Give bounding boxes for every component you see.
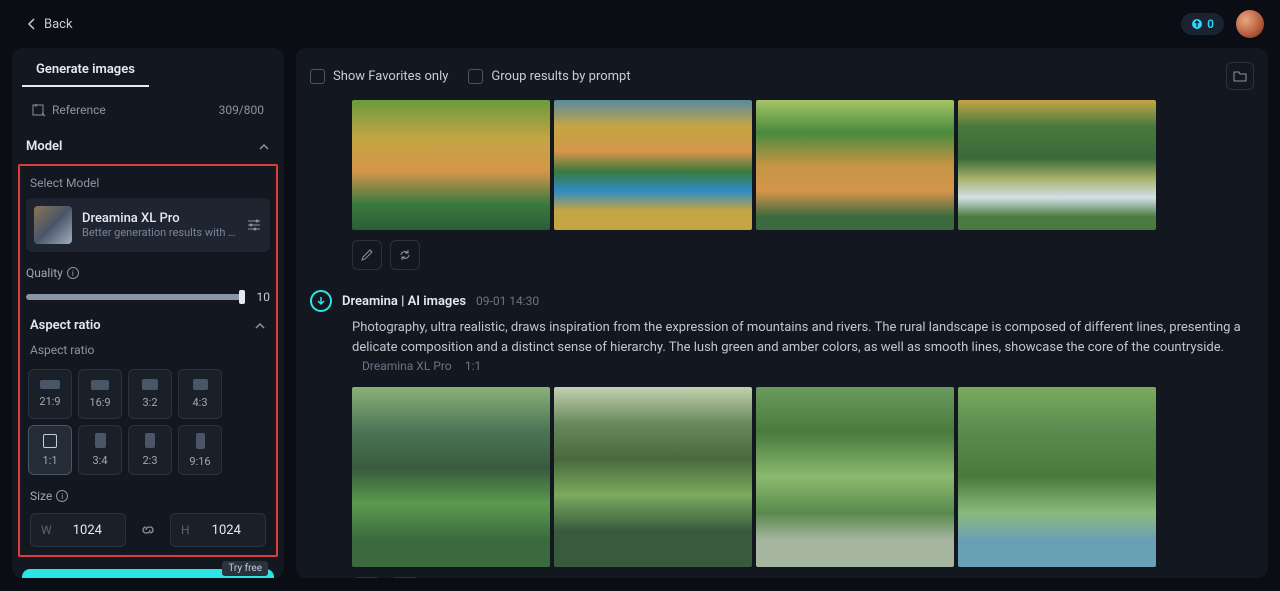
aspect-label: Aspect ratio [26,339,270,365]
model-description: Better generation results with profes... [82,226,236,239]
aspect-1-1[interactable]: 1:1 [28,425,72,475]
width-input[interactable]: W 1024 [30,513,126,547]
aspect-section-header[interactable]: Aspect ratio [26,304,270,339]
height-input[interactable]: H 1024 [170,513,266,547]
show-favorites-checkbox[interactable]: Show Favorites only [310,69,448,84]
result-source: Dreamina | AI images [342,294,466,309]
quality-label: Quality i [26,266,270,280]
info-icon[interactable]: i [56,490,68,502]
quality-value: 10 [252,290,270,304]
topbar: Back 0 [0,0,1280,48]
generated-image[interactable] [352,387,550,567]
chevron-up-icon [254,320,266,332]
aspect-3-2[interactable]: 3:2 [128,369,172,419]
reference-label: Reference [52,103,106,117]
link-dimensions-button[interactable] [134,516,162,544]
aspect-3-4[interactable]: 3:4 [78,425,122,475]
back-button[interactable]: Back [16,11,83,38]
select-model-label: Select Model [26,172,270,198]
edit-button[interactable] [352,240,382,270]
image-row [352,100,1254,230]
download-icon [316,296,326,306]
download-button[interactable] [310,290,332,312]
quality-slider[interactable] [26,294,242,300]
model-name: Dreamina XL Pro [82,211,236,226]
generated-image[interactable] [958,100,1156,230]
aspect-2-3[interactable]: 2:3 [128,425,172,475]
checkbox-icon [468,69,483,84]
folder-icon [1233,69,1247,83]
model-section-header[interactable]: Model [12,127,284,162]
aspect-4-3[interactable]: 4:3 [178,369,222,419]
reference-row[interactable]: Reference 309/800 [18,93,278,127]
reference-icon [32,103,46,117]
results-panel: Show Favorites only Group results by pro… [296,48,1268,578]
aspect-21-9[interactable]: 21:9 [28,369,72,419]
prompt-text: Photography, ultra realistic, draws insp… [352,318,1254,377]
result-model: Dreamina XL Pro [362,359,452,373]
sidebar-title: Generate images [22,48,149,87]
regenerate-button[interactable] [390,577,420,579]
back-label: Back [44,17,73,32]
credits-badge[interactable]: 0 [1181,13,1224,35]
credit-icon [1191,18,1203,30]
topbar-right: 0 [1181,10,1264,38]
filters-row: Show Favorites only Group results by pro… [310,60,1254,100]
info-icon[interactable]: i [67,267,79,279]
group-results-checkbox[interactable]: Group results by prompt [468,69,630,84]
result-time: 09-01 14:30 [476,294,539,308]
result-set-1 [310,100,1254,270]
chevron-up-icon [258,141,270,153]
link-icon [140,522,156,538]
view-toggle-button[interactable] [1226,62,1254,90]
chevron-left-icon [26,18,38,30]
settings-highlight: Select Model Dreamina XL Pro Better gene… [18,164,278,557]
aspect-9-16[interactable]: 9:16 [178,425,222,475]
pencil-icon [360,248,374,262]
generated-image[interactable] [554,100,752,230]
refresh-icon [398,248,412,262]
credits-value: 0 [1207,17,1214,31]
try-free-badge: Try free [222,561,268,576]
aspect-grid: 21:9 16:9 3:2 4:3 1:1 3:4 2:3 9:16 [26,365,270,479]
avatar[interactable] [1236,10,1264,38]
slider-thumb[interactable] [239,290,245,304]
edit-button[interactable] [352,577,382,579]
result-ratio: 1:1 [465,359,481,373]
sliders-icon[interactable] [246,217,262,233]
generated-image[interactable] [554,387,752,567]
char-count: 309/800 [219,103,264,117]
result-set-2: Dreamina | AI images 09-01 14:30 Photogr… [310,290,1254,578]
prompt-header: Dreamina | AI images 09-01 14:30 [310,290,1254,312]
model-thumbnail [34,206,72,244]
generated-image[interactable] [352,100,550,230]
generated-image[interactable] [756,387,954,567]
aspect-16-9[interactable]: 16:9 [78,369,122,419]
main-area: Generate images Reference 309/800 Model … [0,48,1280,578]
generate-bar: Try free Generate 0 [12,559,284,578]
generated-image[interactable] [958,387,1156,567]
generated-image[interactable] [756,100,954,230]
size-label: Size i [30,489,266,503]
sidebar: Generate images Reference 309/800 Model … [12,48,284,578]
checkbox-icon [310,69,325,84]
model-card[interactable]: Dreamina XL Pro Better generation result… [26,198,270,252]
regenerate-button[interactable] [390,240,420,270]
image-row [352,387,1254,567]
